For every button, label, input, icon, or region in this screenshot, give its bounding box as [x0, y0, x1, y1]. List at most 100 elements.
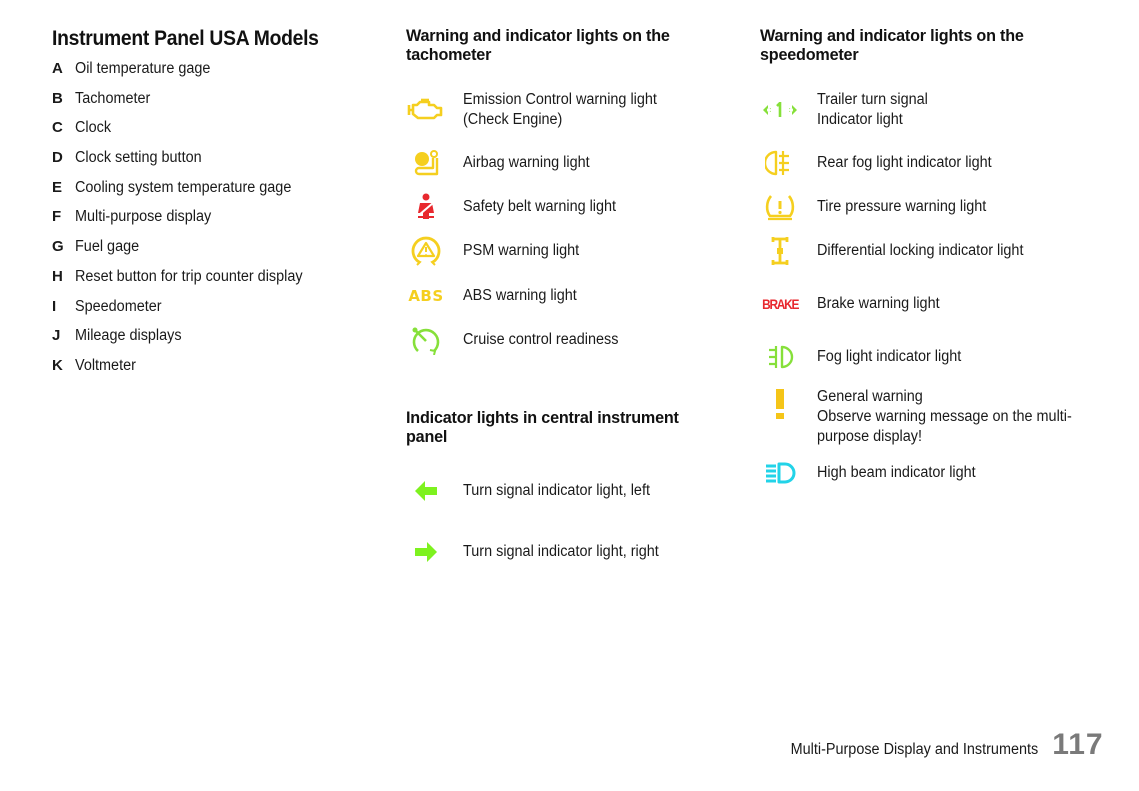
light-item-airbag: Airbag warning light [406, 148, 599, 178]
light-item-fog-light: Fog light indicator light [760, 342, 972, 372]
trailer-turn-signal-icon [760, 95, 800, 125]
legend-item: E Cooling system temperature gage [52, 179, 382, 209]
brake-icon-text: BRAKE [762, 296, 799, 312]
light-label: Turn signal indicator light, left [463, 482, 650, 499]
page-number: 117 [1052, 728, 1104, 761]
light-label-line: purpose display! [817, 428, 922, 445]
legend-letter: K [52, 356, 63, 374]
heading-line: tachometer [406, 45, 492, 64]
light-label: Cruise control readiness [463, 331, 619, 348]
page-title: Instrument Panel USA Models [52, 27, 319, 50]
section-heading: Warning and indicator lights on the tacho… [406, 26, 710, 64]
legend-label: Fuel gage [75, 238, 140, 256]
legend-label: Oil temperature gage [75, 60, 211, 77]
light-item-rear-fog: Rear fog light indicator light [760, 148, 1005, 178]
light-item-cruise-control: Cruise control readiness [406, 325, 630, 355]
light-label: Rear fog light indicator light [817, 154, 992, 171]
light-item-psm: PSM warning light [406, 236, 588, 266]
light-item-tire-pressure: Tire pressure warning light [760, 192, 999, 222]
light-label-line: Emission Control warning light [463, 91, 657, 108]
seatbelt-icon [406, 192, 446, 222]
legend-label: Reset button for trip counter display [75, 267, 303, 285]
legend-item: C Clock [52, 119, 382, 149]
legend-item: G Fuel gage [52, 238, 382, 268]
light-label: High beam indicator light [817, 464, 976, 481]
differential-lock-icon [760, 236, 800, 266]
light-label: Fog light indicator light [817, 348, 962, 365]
legend-label: Cooling system temperature gage [75, 178, 292, 196]
light-label: ABS warning light [463, 287, 577, 304]
legend-letter: E [52, 178, 63, 196]
airbag-icon [406, 148, 446, 178]
brake-icon: BRAKE [760, 289, 800, 319]
light-label: General warning Observe warning message o… [817, 387, 1072, 447]
legend-label: Multi-purpose display [75, 208, 212, 226]
fog-light-icon [760, 342, 800, 372]
tachometer-section: Warning and indicator lights on the tacho… [406, 26, 726, 586]
light-label: Differential locking indicator light [817, 242, 1024, 259]
heading-line: speedometer [760, 45, 859, 64]
light-label: Tire pressure warning light [817, 198, 987, 215]
light-label: Brake warning light [817, 295, 940, 312]
cruise-control-icon [406, 325, 446, 355]
legend-item: B Tachometer [52, 90, 382, 120]
section-heading: Warning and indicator lights on the speed… [760, 26, 1083, 64]
light-label-line: General warning [817, 388, 923, 405]
check-engine-icon [406, 95, 446, 125]
light-item-abs: ABS ABS warning light [406, 281, 585, 311]
legend-letter: D [52, 149, 63, 167]
legend-letter: G [52, 238, 64, 256]
legend-label: Tachometer [75, 89, 151, 107]
legend-label: Clock setting button [75, 149, 202, 167]
legend-item: D Clock setting button [52, 149, 382, 179]
light-label: Emission Control warning light (Check Eng… [463, 90, 657, 130]
light-item-safety-belt: Safety belt warning light [406, 192, 628, 222]
light-item-check-engine: Emission Control warning light (Check Eng… [406, 90, 671, 130]
legend-list: A Oil temperature gage B Tachometer C Clock… [52, 60, 382, 387]
psm-icon [406, 236, 446, 266]
legend-item: K Voltmeter [52, 357, 382, 387]
light-label-line: Indicator light [817, 111, 903, 128]
abs-icon: ABS [406, 281, 446, 311]
legend-label: Clock [75, 119, 112, 137]
abs-icon-text: ABS [408, 287, 444, 305]
legend-item: J Mileage displays [52, 327, 382, 357]
instrument-panel-section: Instrument Panel USA Models A Oil tempera… [52, 26, 382, 387]
legend-letter: F [52, 208, 62, 226]
light-item-brake: BRAKE Brake warning light [760, 289, 949, 319]
light-item-differential-lock: Differential locking indicator light [760, 236, 1039, 266]
tire-pressure-icon [760, 192, 800, 222]
legend-item: I Speedometer [52, 298, 382, 328]
light-item-turn-right: Turn signal indicator light, right [406, 537, 674, 567]
heading-line: Warning and indicator lights on the [760, 26, 1024, 45]
legend-letter: A [52, 60, 63, 77]
turn-right-arrow-icon [406, 537, 446, 567]
legend-letter: H [52, 267, 63, 285]
light-label-line: Trailer turn signal [817, 91, 928, 108]
legend-item: A Oil temperature gage [52, 60, 382, 90]
rear-fog-light-icon [760, 148, 800, 178]
legend-label: Speedometer [75, 297, 162, 315]
legend-letter: C [52, 119, 63, 137]
heading-line: panel [406, 427, 448, 446]
speedometer-section: Warning and indicator lights on the speed… [760, 26, 1100, 506]
turn-left-arrow-icon [406, 476, 446, 506]
heading-line: Indicator lights in central instrument [406, 408, 679, 427]
legend-item: F Multi-purpose display [52, 208, 382, 238]
light-label: Safety belt warning light [463, 198, 617, 215]
light-item-general-warning: General warning Observe warning message o… [760, 387, 1091, 447]
light-label-line: (Check Engine) [463, 111, 563, 128]
light-item-turn-left: Turn signal indicator light, left [406, 476, 664, 506]
page-footer: Multi-Purpose Display and Instruments 11… [772, 728, 1104, 762]
legend-label: Voltmeter [75, 356, 136, 374]
legend-label: Mileage displays [75, 327, 182, 345]
footer-section-title: Multi-Purpose Display and Instruments [790, 741, 1039, 758]
general-warning-icon [760, 387, 800, 421]
legend-item: H Reset button for trip counter display [52, 268, 382, 298]
legend-letter: B [52, 89, 63, 107]
legend-letter: I [52, 297, 57, 315]
central-panel-section: Indicator lights in central instrument pa… [406, 408, 693, 446]
light-item-trailer-turn-signal: Trailer turn signal Indicator light [760, 90, 936, 130]
heading-line: Warning and indicator lights on the [406, 26, 670, 45]
light-label: Airbag warning light [463, 154, 590, 171]
